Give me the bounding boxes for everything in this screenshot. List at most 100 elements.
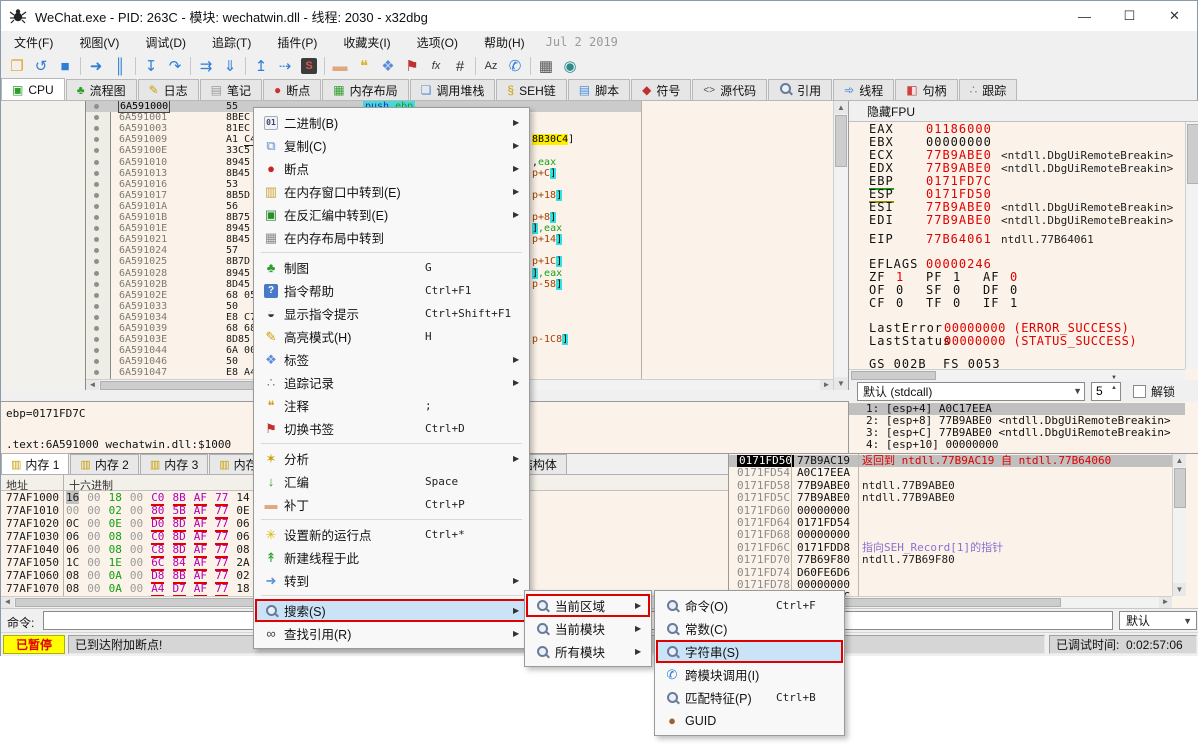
menu-highlight-mode[interactable]: ✎高亮模式(H)H xyxy=(255,325,528,348)
menubar-item-P[interactable]: 插件(P) xyxy=(264,32,330,53)
tab-threads[interactable]: ➾线程 xyxy=(833,79,894,100)
menu-patch[interactable]: ▬补丁Ctrl+P xyxy=(255,493,528,516)
breakpoint-dot-icon[interactable] xyxy=(94,160,99,165)
strings-badge-icon[interactable]: S xyxy=(297,55,321,77)
breakpoint-dot-icon[interactable] xyxy=(94,148,99,153)
tab-script[interactable]: ▤脚本 xyxy=(568,79,630,100)
comment-icon[interactable]: ❝ xyxy=(352,55,376,77)
breakpoint-dot-icon[interactable] xyxy=(94,193,99,198)
pause-icon[interactable]: ║ xyxy=(108,55,132,77)
memtab-2[interactable]: ▥内存 2 xyxy=(70,454,138,474)
tab-log[interactable]: ✎日志 xyxy=(138,79,199,100)
registers-horizontal-scrollbar[interactable] xyxy=(849,369,1185,380)
tab-graph[interactable]: ♣流程图 xyxy=(66,79,137,100)
breakpoint-dot-icon[interactable] xyxy=(94,348,99,353)
stack-row[interactable]: 0171FD7077B69F80ntdll.77B69F80 xyxy=(729,554,1186,566)
phone-call-icon[interactable]: ✆ xyxy=(503,55,527,77)
breakpoint-dot-icon[interactable] xyxy=(94,359,99,364)
submenu-current-module[interactable]: 当前模块▶ xyxy=(526,617,650,640)
submenu-command[interactable]: 命令(O)Ctrl+F xyxy=(656,594,843,617)
menu-binary[interactable]: 01二进制(B)▶ xyxy=(255,111,528,134)
breakpoint-dot-icon[interactable] xyxy=(94,370,99,375)
menubar-item-T[interactable]: 追踪(T) xyxy=(199,32,264,53)
memtab-1[interactable]: ▥内存 1 xyxy=(1,453,69,474)
submenu-string-references[interactable]: 字符串(S) xyxy=(656,640,843,663)
run-to-user-code-icon[interactable]: ⇓ xyxy=(218,55,242,77)
tab-source[interactable]: <>源代码 xyxy=(692,79,767,100)
menu-show-mnemonic-brief[interactable]: ◒显示指令提示Ctrl+Shift+F1 xyxy=(255,302,528,325)
breakpoint-dot-icon[interactable] xyxy=(94,271,99,276)
open-file-icon[interactable]: ❐ xyxy=(5,55,29,77)
menubar-item-I[interactable]: 收藏夹(I) xyxy=(330,32,403,53)
hash-icon[interactable]: # xyxy=(448,55,472,77)
submenu-current-region[interactable]: 当前区域▶ xyxy=(526,594,650,617)
menu-create-thread-here[interactable]: ↟新建线程于此 xyxy=(255,546,528,569)
breakpoint-dot-icon[interactable] xyxy=(94,226,99,231)
breakpoint-dot-icon[interactable] xyxy=(94,204,99,209)
function-fx-icon[interactable]: fx xyxy=(424,55,448,77)
stop-icon[interactable]: ■ xyxy=(53,55,77,77)
disasm-vertical-scrollbar[interactable]: ▲▼ xyxy=(833,101,848,390)
tab-seh[interactable]: §SEH链 xyxy=(496,79,566,100)
maximize-button[interactable]: ☐ xyxy=(1107,1,1152,31)
run-icon[interactable]: ➜ xyxy=(84,55,108,77)
attach-user-icon[interactable]: ⇢ xyxy=(273,55,297,77)
breakpoint-dot-icon[interactable] xyxy=(94,126,99,131)
menu-instruction-help[interactable]: ?指令帮助Ctrl+F1 xyxy=(255,279,528,302)
tab-references[interactable]: 引用 xyxy=(768,79,832,100)
breakpoint-dot-icon[interactable] xyxy=(94,137,99,142)
registers-vertical-scrollbar[interactable] xyxy=(1185,122,1198,369)
tab-trace[interactable]: ∴跟踪 xyxy=(959,79,1018,100)
patch-icon[interactable]: ▬ xyxy=(328,55,352,77)
registers-panel[interactable]: 隐藏FPU EAX01186000EBX00000000ECX77B9ABE0<… xyxy=(849,101,1198,453)
breakpoint-dot-icon[interactable] xyxy=(94,237,99,242)
menu-follow-in-dump[interactable]: ▥在内存窗口中转到(E)▶ xyxy=(255,180,528,203)
calculator-icon[interactable]: ▦ xyxy=(534,55,558,77)
tab-call-stack[interactable]: ❏调用堆栈 xyxy=(410,79,496,100)
menu-assemble[interactable]: ↓汇编Space xyxy=(255,470,528,493)
menu-comment[interactable]: ❝注释; xyxy=(255,394,528,417)
minimize-button[interactable]: — xyxy=(1062,1,1107,31)
breakpoint-dot-icon[interactable] xyxy=(94,171,99,176)
submenu-constant[interactable]: 常数(C) xyxy=(656,617,843,640)
menu-breakpoint[interactable]: ●断点▶ xyxy=(255,157,528,180)
breakpoint-dot-icon[interactable] xyxy=(94,182,99,187)
submenu-pattern[interactable]: 匹配特征(P)Ctrl+B xyxy=(656,686,843,709)
globe-icon[interactable]: ◉ xyxy=(558,55,582,77)
stack-row[interactable]: 0171FD6800000000 xyxy=(729,529,1186,541)
tab-cpu[interactable]: ▣CPU xyxy=(1,78,65,100)
submenu-all-modules[interactable]: 所有模块▶ xyxy=(526,640,650,663)
close-button[interactable]: ✕ xyxy=(1152,1,1197,31)
menu-copy[interactable]: ⧉复制(C)▶ xyxy=(255,134,528,157)
menubar-item-O[interactable]: 选项(O) xyxy=(404,32,471,53)
menu-analysis[interactable]: ✶分析▶ xyxy=(255,447,528,470)
step-over-icon[interactable]: ↷ xyxy=(163,55,187,77)
menu-follow-in-disasm[interactable]: ▣在反汇编中转到(E)▶ xyxy=(255,203,528,226)
tab-symbols[interactable]: ◆符号 xyxy=(631,79,691,100)
menu-toggle-bookmark[interactable]: ⚑切换书签Ctrl+D xyxy=(255,417,528,440)
label-icon[interactable]: ❖ xyxy=(376,55,400,77)
command-combo[interactable]: 默认▼ xyxy=(1119,611,1197,630)
breakpoint-dot-icon[interactable] xyxy=(94,215,99,220)
menubar-item-F[interactable]: 文件(F) xyxy=(1,32,66,53)
menu-graph[interactable]: ♣制图G xyxy=(255,256,528,279)
breakpoint-dot-icon[interactable] xyxy=(94,293,99,298)
breakpoint-dot-icon[interactable] xyxy=(94,282,99,287)
calling-convention-combobox[interactable]: 默认 (stdcall)▼ xyxy=(857,382,1085,401)
stack-row[interactable]: 0171FD5C77B9ABE0ntdll.77B9ABE0 xyxy=(729,492,1186,504)
menubar-item-D[interactable]: 调试(D) xyxy=(132,32,199,53)
breakpoint-dot-icon[interactable] xyxy=(94,315,99,320)
submenu-intermodular-calls[interactable]: ✆跨模块调用(I) xyxy=(656,663,843,686)
stack-vertical-scrollbar[interactable]: ▲▼ xyxy=(1172,454,1186,596)
menu-label[interactable]: ❖标签▶ xyxy=(255,348,528,371)
hide-fpu-button[interactable]: 隐藏FPU xyxy=(849,101,1198,122)
menu-goto[interactable]: ➜转到▶ xyxy=(255,569,528,592)
step-out-icon[interactable]: ↥ xyxy=(249,55,273,77)
breakpoint-dot-icon[interactable] xyxy=(94,115,99,120)
menu-follow-in-memory-map[interactable]: ▦在内存布局中转到 xyxy=(255,226,528,249)
tab-notes[interactable]: ▤笔记 xyxy=(200,79,262,100)
step-into-icon[interactable]: ↧ xyxy=(139,55,163,77)
execute-till-return-icon[interactable]: ⇉ xyxy=(194,55,218,77)
breakpoint-dot-icon[interactable] xyxy=(94,248,99,253)
stack-row[interactable]: 0171FD54A0C17EEA xyxy=(729,467,1186,479)
